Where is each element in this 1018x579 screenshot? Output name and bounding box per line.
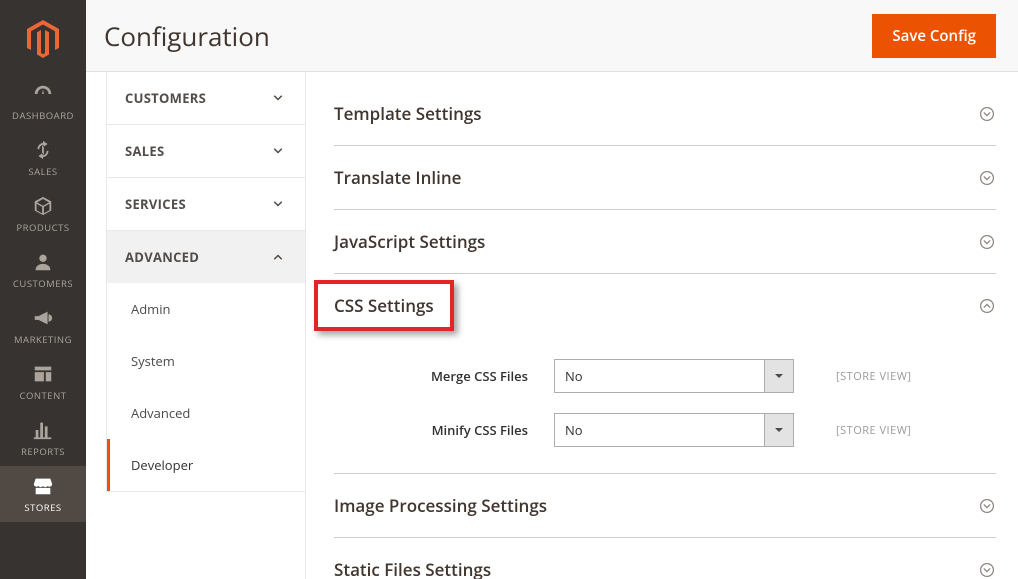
- chevron-down-icon: [269, 142, 287, 160]
- group-sales: SALES: [106, 125, 305, 178]
- expand-icon: [978, 561, 996, 579]
- group-advanced-items: Admin System Advanced Developer: [106, 283, 305, 491]
- magento-logo[interactable]: [22, 18, 64, 60]
- css-settings-body: Merge CSS Files No [STORE VIEW] Minify C…: [334, 337, 996, 474]
- section-javascript-settings[interactable]: JavaScript Settings: [334, 210, 996, 274]
- merge-css-select[interactable]: No: [554, 359, 794, 393]
- expand-icon: [978, 497, 996, 515]
- field-merge-css: Merge CSS Files No [STORE VIEW]: [334, 359, 996, 393]
- nav-label: PRODUCTS: [16, 221, 69, 234]
- section-translate-inline[interactable]: Translate Inline: [334, 146, 996, 210]
- nav-reports[interactable]: REPORTS: [0, 410, 86, 466]
- page-header: Configuration Save Config: [86, 0, 1018, 72]
- section-image-processing[interactable]: Image Processing Settings: [334, 474, 996, 538]
- dropdown-toggle[interactable]: [764, 359, 794, 393]
- dropdown-toggle[interactable]: [764, 413, 794, 447]
- group-advanced: ADVANCED Admin System Advanced Developer: [106, 231, 305, 492]
- group-head-sales[interactable]: SALES: [106, 125, 305, 177]
- main-area: Configuration Save Config CUSTOMERS SALE…: [86, 0, 1018, 579]
- scope-label: [STORE VIEW]: [836, 369, 912, 384]
- group-customers: CUSTOMERS: [106, 72, 305, 125]
- group-services: SERVICES: [106, 178, 305, 231]
- nav-label: SALES: [28, 165, 57, 178]
- nav-stores[interactable]: STORES: [0, 466, 86, 522]
- nav-label: DASHBOARD: [12, 109, 74, 122]
- chevron-down-icon: [269, 89, 287, 107]
- nav-label: CUSTOMERS: [13, 277, 73, 290]
- field-minify-css: Minify CSS Files No [STORE VIEW]: [334, 413, 996, 447]
- section-static-files[interactable]: Static Files Settings: [334, 538, 996, 579]
- tab-advanced[interactable]: Advanced: [107, 387, 305, 439]
- field-label: Merge CSS Files: [334, 367, 554, 385]
- admin-nav-rail: DASHBOARD SALES PRODUCTS CUSTOMERS MARKE…: [0, 0, 86, 579]
- collapse-icon: [978, 297, 996, 315]
- section-template-settings[interactable]: Template Settings: [334, 82, 996, 146]
- scope-label: [STORE VIEW]: [836, 423, 912, 438]
- group-head-customers[interactable]: CUSTOMERS: [106, 72, 305, 124]
- expand-icon: [978, 233, 996, 251]
- nav-label: MARKETING: [14, 333, 72, 346]
- group-head-services[interactable]: SERVICES: [106, 178, 305, 230]
- config-tabs: CUSTOMERS SALES SERVICES ADVANCED: [106, 72, 306, 579]
- tab-admin[interactable]: Admin: [107, 283, 305, 335]
- page-title: Configuration: [104, 18, 270, 54]
- nav-products[interactable]: PRODUCTS: [0, 186, 86, 242]
- settings-content: Template Settings Translate Inline JavaS…: [306, 72, 1018, 579]
- nav-label: CONTENT: [20, 389, 67, 402]
- nav-label: STORES: [24, 501, 61, 514]
- expand-icon: [978, 169, 996, 187]
- tab-system[interactable]: System: [107, 335, 305, 387]
- nav-marketing[interactable]: MARKETING: [0, 298, 86, 354]
- save-config-button[interactable]: Save Config: [872, 14, 996, 58]
- nav-label: REPORTS: [21, 445, 65, 458]
- nav-content[interactable]: CONTENT: [0, 354, 86, 410]
- group-head-advanced[interactable]: ADVANCED: [106, 231, 305, 283]
- nav-customers[interactable]: CUSTOMERS: [0, 242, 86, 298]
- tab-developer[interactable]: Developer: [107, 439, 305, 491]
- nav-sales[interactable]: SALES: [0, 130, 86, 186]
- nav-dashboard[interactable]: DASHBOARD: [0, 74, 86, 130]
- chevron-up-icon: [269, 248, 287, 266]
- expand-icon: [978, 105, 996, 123]
- minify-css-select[interactable]: No: [554, 413, 794, 447]
- section-css-settings[interactable]: CSS Settings: [334, 274, 996, 337]
- chevron-down-icon: [269, 195, 287, 213]
- field-label: Minify CSS Files: [334, 421, 554, 439]
